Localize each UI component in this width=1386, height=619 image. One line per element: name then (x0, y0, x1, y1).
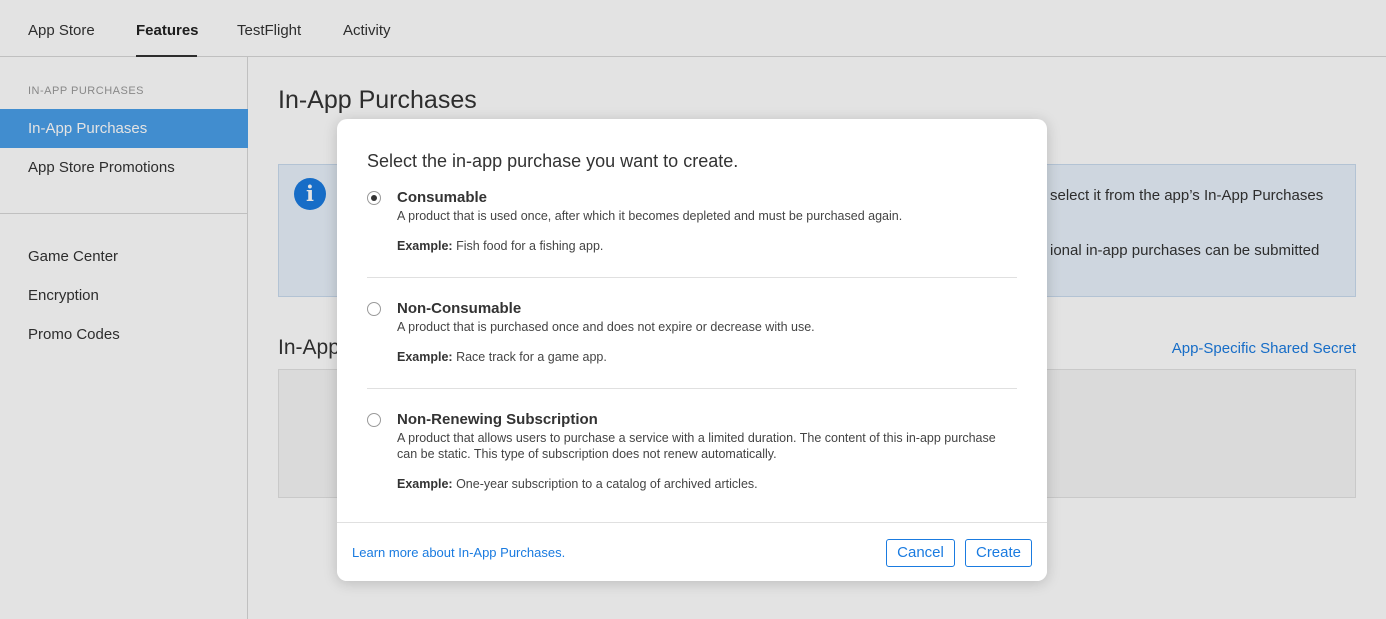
example-label: Example: (397, 239, 453, 253)
radio-non-consumable[interactable] (367, 302, 381, 316)
option-description: A product that allows users to purchase … (397, 431, 996, 461)
dialog-footer: Learn more about In-App Purchases. Cance… (337, 522, 1047, 581)
option-description: A product that is used once, after which… (397, 209, 903, 223)
option-divider (367, 277, 1017, 278)
option-example: Example: Fish food for a fishing app. (397, 239, 603, 253)
example-label: Example: (397, 477, 453, 491)
option-example: Example: Race track for a game app. (397, 350, 607, 364)
dialog-title: Select the in-app purchase you want to c… (367, 151, 739, 171)
example-text: One-year subscription to a catalog of ar… (456, 477, 758, 491)
cancel-button[interactable]: Cancel (886, 539, 955, 567)
option-title: Consumable (397, 189, 488, 206)
example-text: Fish food for a fishing app. (456, 239, 604, 253)
example-label: Example: (397, 350, 453, 364)
create-button[interactable]: Create (965, 539, 1032, 567)
example-text: Race track for a game app. (456, 350, 607, 364)
option-divider (367, 388, 1017, 389)
option-consumable[interactable]: Consumable A product that is used once, … (367, 189, 1017, 259)
option-non-consumable[interactable]: Non-Consumable A product that is purchas… (367, 300, 1017, 370)
option-non-renewing-subscription[interactable]: Non-Renewing Subscription A product that… (367, 411, 1017, 501)
option-example: Example: One-year subscription to a cata… (397, 477, 758, 491)
create-iap-dialog: Select the in-app purchase you want to c… (337, 119, 1047, 581)
option-title: Non-Consumable (397, 300, 522, 317)
learn-more-link[interactable]: Learn more about In-App Purchases. (352, 545, 565, 560)
radio-consumable[interactable] (367, 191, 381, 205)
option-description: A product that is purchased once and doe… (397, 320, 815, 334)
option-title: Non-Renewing Subscription (397, 411, 598, 428)
radio-non-renewing-subscription[interactable] (367, 413, 381, 427)
